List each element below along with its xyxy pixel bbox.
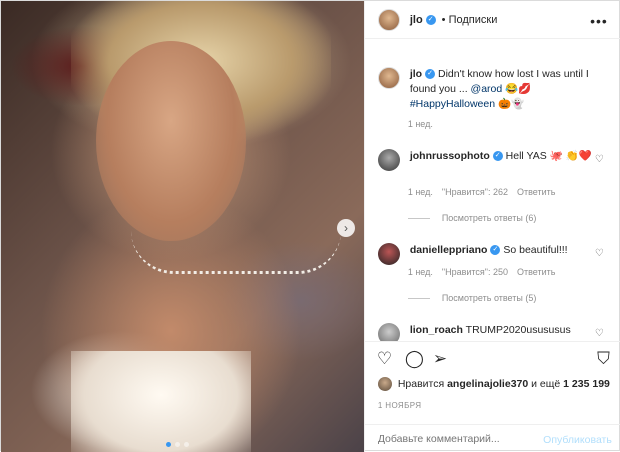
commenter-avatar[interactable] xyxy=(377,323,400,341)
post-side-panel: jlo ✓ • Подписки ••• jlo ✓ Didn't know ho… xyxy=(363,1,620,452)
comment-likes[interactable]: "Нравится": 262 xyxy=(442,187,508,197)
likes-summary: Нравится angelinajolie370 и ещё 1 235 19… xyxy=(377,377,610,391)
carousel-dot-active xyxy=(166,442,171,447)
photo-necklace-region xyxy=(131,231,341,274)
comments-list: jlo ✓ Didn't know how lost I was until I … xyxy=(365,51,620,341)
photo-face-region xyxy=(96,41,246,241)
caption-time: 1 нед. xyxy=(407,119,433,129)
replies-divider xyxy=(407,217,430,219)
author-username[interactable]: jlo xyxy=(410,14,423,26)
photo-lingerie-region xyxy=(71,351,251,452)
comment-likes[interactable]: "Нравится": 250 xyxy=(442,267,508,277)
verified-badge-icon: ✓ xyxy=(492,151,503,162)
post-header: jlo ✓ • Подписки ••• xyxy=(364,1,620,39)
caption: jlo ✓ Didn't know how lost I was until I … xyxy=(377,67,608,112)
comment-item: danielleppriano ✓ So beautiful!!! xyxy=(377,243,608,265)
comment-text: johnrussophoto ✓ Hell YAS 🐙 👏❤️ xyxy=(409,150,592,162)
more-options-icon[interactable]: ••• xyxy=(590,13,608,29)
share-icon[interactable]: ➢ xyxy=(433,350,447,367)
caption-text: jlo ✓ Didn't know how lost I was until I … xyxy=(409,68,589,110)
comment-icon[interactable]: ◯ xyxy=(405,350,424,367)
mention-link[interactable]: @arod xyxy=(471,83,503,95)
comment-meta: 1 нед. "Нравится": 262 Ответить xyxy=(407,187,556,197)
action-bar: ♡ ◯ ➢ ⛉ xyxy=(364,341,620,374)
carousel-dots xyxy=(166,442,189,447)
carousel-dot xyxy=(184,442,189,447)
comment-item: lion_roach TRUMP2020usususus xyxy=(377,323,608,341)
liker-avatar xyxy=(377,377,392,391)
reply-button[interactable]: Ответить xyxy=(517,267,555,277)
commenter-username[interactable]: johnrussophoto xyxy=(410,150,490,162)
bookmark-icon[interactable]: ⛉ xyxy=(597,350,610,367)
like-comment-heart-icon[interactable]: ♡ xyxy=(595,248,604,259)
comment-item: johnrussophoto ✓ Hell YAS 🐙 👏❤️ xyxy=(377,149,608,171)
author-avatar[interactable] xyxy=(377,8,400,31)
liker-username[interactable]: angelinajolie370 xyxy=(447,378,528,390)
add-comment-input[interactable] xyxy=(377,433,528,445)
replies-divider xyxy=(407,297,430,299)
next-photo-button[interactable]: › xyxy=(337,219,355,237)
post-photo[interactable]: › xyxy=(1,1,364,452)
carousel-dot xyxy=(175,442,180,447)
verified-badge-icon: ✓ xyxy=(425,69,436,80)
verified-badge-icon: ✓ xyxy=(490,245,501,256)
reply-button[interactable]: Ответить xyxy=(517,187,555,197)
commenter-avatar[interactable] xyxy=(377,149,400,171)
view-replies-button[interactable]: Посмотреть ответы (5) xyxy=(407,293,536,303)
comment-text: lion_roach TRUMP2020usususus xyxy=(409,324,571,336)
commenter-username[interactable]: lion_roach xyxy=(410,324,463,336)
publish-button[interactable]: Опубликовать xyxy=(543,434,612,446)
comment-text: danielleppriano ✓ So beautiful!!! xyxy=(409,244,568,256)
view-replies-button[interactable]: Посмотреть ответы (6) xyxy=(407,213,536,223)
post-date: 1 НОЯБРЯ xyxy=(377,401,422,410)
likes-count[interactable]: 1 235 199 xyxy=(563,378,610,390)
like-comment-heart-icon[interactable]: ♡ xyxy=(595,154,604,165)
caption-avatar[interactable] xyxy=(377,67,400,89)
verified-badge-icon: ✓ xyxy=(425,14,436,25)
like-comment-heart-icon[interactable]: ♡ xyxy=(595,328,604,339)
hashtag-link[interactable]: #HappyHalloween xyxy=(410,98,495,110)
instagram-post: › jlo ✓ • Подписки ••• jlo ✓ Didn't know … xyxy=(0,0,620,452)
caption-username[interactable]: jlo xyxy=(410,68,422,80)
commenter-avatar[interactable] xyxy=(377,243,400,265)
add-comment-bar: Опубликовать xyxy=(364,424,620,452)
follow-status[interactable]: • Подписки xyxy=(442,14,498,26)
comment-meta: 1 нед. "Нравится": 250 Ответить xyxy=(407,267,556,277)
commenter-username[interactable]: danielleppriano xyxy=(410,244,488,256)
like-heart-icon[interactable]: ♡ xyxy=(377,350,392,367)
